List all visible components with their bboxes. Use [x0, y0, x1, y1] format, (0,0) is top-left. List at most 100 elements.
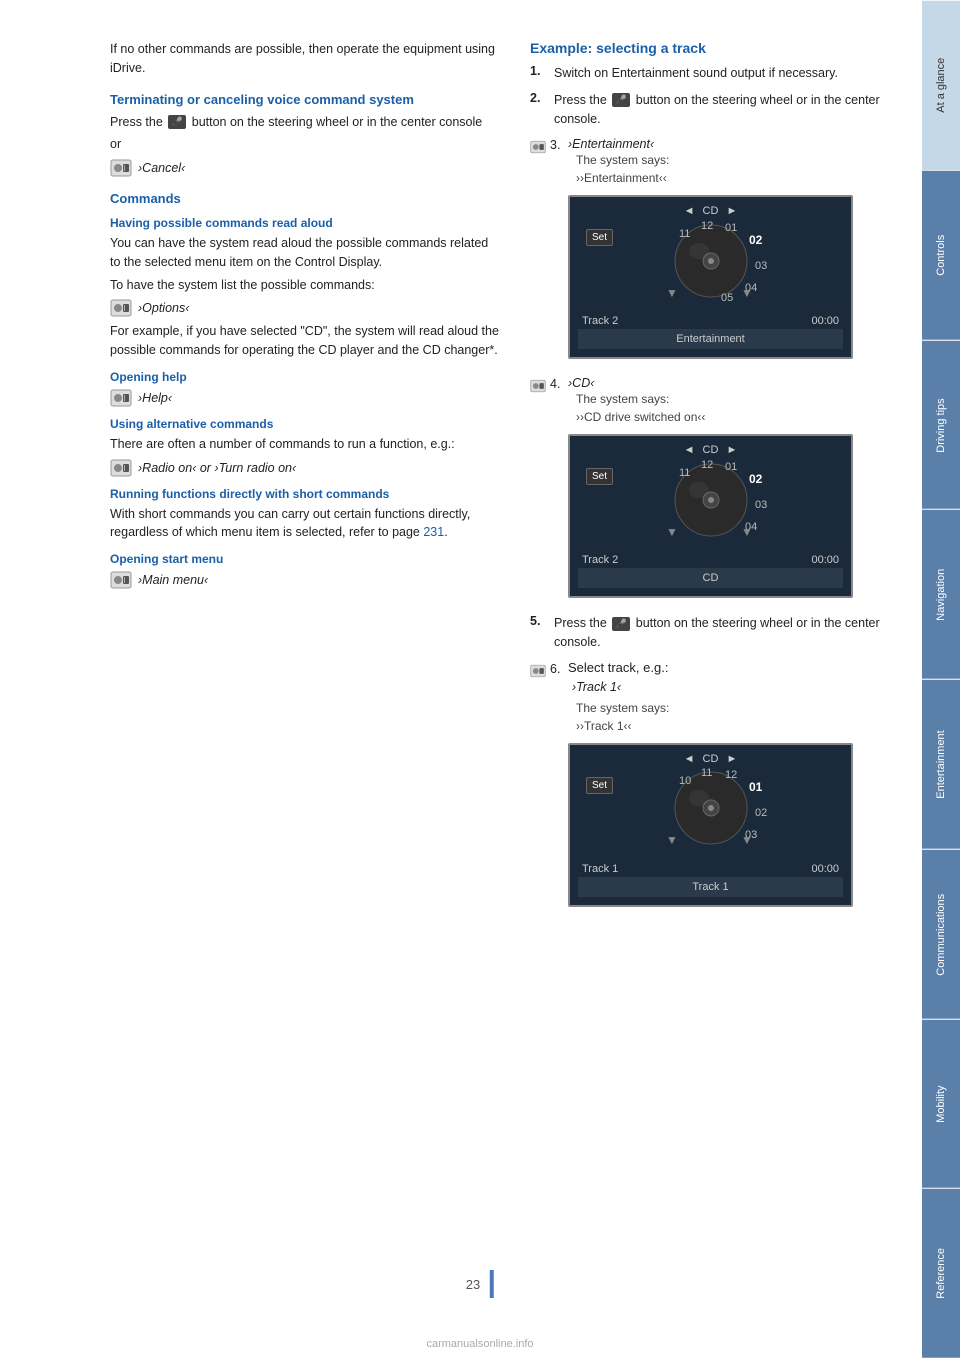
step-6-system-says: The system says: ››Track 1‹‹ [576, 699, 853, 735]
step-4-content: ›CD‹ The system says: ››CD drive switche… [568, 375, 853, 606]
step-2-text: Press the button on the steering wheel o… [554, 91, 920, 129]
page-number: 23 [466, 1277, 480, 1292]
sidebar-tab-reference[interactable]: Reference [922, 1188, 960, 1358]
step-3: 3. ›Entertainment‹ The system says: ››En… [530, 136, 920, 367]
main-menu-command-text: ›Main menu‹ [138, 573, 208, 587]
cd-bottom-bar-2: Track 2 00:00 [578, 554, 843, 566]
svg-text:11: 11 [679, 228, 690, 240]
cd-nav-right-1: ► [726, 205, 737, 217]
step-6: 6. Select track, e.g.: ›Track 1‹ The sys… [530, 660, 920, 915]
terminating-heading: Terminating or canceling voice command s… [110, 92, 500, 107]
cancel-command-line: ›Cancel‹ [110, 159, 500, 177]
svg-text:12: 12 [701, 220, 713, 232]
voice-icon-step6 [530, 662, 546, 680]
track1-command-line: ›Track 1‹ [572, 680, 853, 694]
sidebar-tab-driving-tips[interactable]: Driving tips [922, 340, 960, 510]
sidebar-tab-navigation[interactable]: Navigation [922, 509, 960, 679]
cd-track-2: Track 2 [582, 554, 618, 566]
intro-text: If no other commands are possible, then … [110, 40, 500, 78]
step-6-content: Select track, e.g.: ›Track 1‹ The system… [568, 660, 853, 915]
svg-text:▼: ▼ [666, 525, 678, 539]
svg-text:11: 11 [701, 767, 712, 779]
svg-text:01: 01 [725, 222, 737, 234]
watermark: carmanualsonline.info [426, 1338, 533, 1350]
cancel-command-text: ›Cancel‹ [138, 161, 185, 175]
cd-svg-3: 10 11 12 01 02 03 ▼ ▼ [581, 766, 841, 851]
step-2-number: 2. [530, 91, 550, 105]
cd-footer-3: Track 1 [578, 877, 843, 897]
radio-command-text: ›Radio on‹ or ›Turn radio on‹ [138, 461, 296, 475]
using-alternative-heading: Using alternative commands [110, 417, 500, 431]
svg-text:▼: ▼ [741, 833, 753, 847]
cd-bottom-bar-3: Track 1 00:00 [578, 863, 843, 875]
cd-track-1: Track 2 [582, 315, 618, 327]
cd-nav-right-2: ► [726, 444, 737, 456]
cd-label-1: CD [703, 205, 719, 217]
sidebar: At a glance Controls Driving tips Naviga… [922, 0, 960, 1358]
svg-text:▼: ▼ [741, 525, 753, 539]
svg-text:03: 03 [755, 499, 767, 511]
cd-svg-1: 11 12 01 02 03 04 05 ▼ ▼ [581, 219, 841, 304]
voice-icon-radio [110, 459, 132, 477]
step-4-voice-cmd: ›CD‹ [568, 376, 594, 390]
cd-nav-left-2: ◄ [684, 444, 695, 456]
svg-text:02: 02 [749, 472, 763, 486]
cd-top-bar-2: ◄ CD ► [578, 444, 843, 456]
svg-text:05: 05 [721, 292, 733, 304]
cd-display-2: ◄ CD ► Set [568, 434, 853, 598]
cd-time-3: 00:00 [811, 863, 839, 875]
step-3-number: 3. [550, 138, 568, 152]
svg-text:02: 02 [749, 233, 763, 247]
using-alternative-body1: There are often a number of commands to … [110, 435, 500, 454]
voice-icon [110, 159, 132, 177]
having-possible-heading: Having possible commands read aloud [110, 216, 500, 230]
opening-help-heading: Opening help [110, 370, 500, 384]
right-column: Example: selecting a track 1. Switch on … [530, 40, 920, 1318]
step-4-icon-area: 4. [530, 375, 568, 395]
sidebar-tab-communications[interactable]: Communications [922, 849, 960, 1019]
step-3-content: ›Entertainment‹ The system says: ››Enter… [568, 136, 853, 367]
step-5: 5. Press the button on the steering whee… [530, 614, 920, 652]
main-menu-command-line: ›Main menu‹ [110, 571, 500, 589]
sidebar-tab-mobility[interactable]: Mobility [922, 1019, 960, 1189]
sidebar-tab-entertainment[interactable]: Entertainment [922, 679, 960, 849]
help-command-line: ›Help‹ [110, 389, 500, 407]
cd-bottom-bar-1: Track 2 00:00 [578, 315, 843, 327]
having-possible-body1: You can have the system read aloud the p… [110, 234, 500, 272]
step-4-system-says: The system says: ››CD drive switched on‹… [576, 390, 853, 426]
example-heading: Example: selecting a track [530, 40, 920, 56]
svg-text:10: 10 [679, 775, 691, 787]
terminating-body: Press the button on the steering wheel o… [110, 113, 500, 132]
options-command-text: ›Options‹ [138, 301, 189, 315]
step-3-voice-cmd: ›Entertainment‹ [568, 137, 654, 151]
cd-nav-left-3: ◄ [684, 753, 695, 765]
cd-nav-left-1: ◄ [684, 205, 695, 217]
svg-text:▼: ▼ [666, 833, 678, 847]
sidebar-tab-at-a-glance[interactable]: At a glance [922, 0, 960, 170]
step-5-number: 5. [530, 614, 550, 628]
page-link[interactable]: 231 [423, 525, 444, 539]
having-possible-body3: For example, if you have selected "CD", … [110, 322, 500, 360]
cd-footer-2: CD [578, 568, 843, 588]
sidebar-tab-controls[interactable]: Controls [922, 170, 960, 340]
page-marker [490, 1270, 494, 1298]
cd-time-2: 00:00 [811, 554, 839, 566]
voice-icon-step4 [530, 377, 546, 395]
page-number-area: 23 [466, 1270, 494, 1298]
svg-text:▼: ▼ [666, 286, 678, 300]
cd-top-bar-3: ◄ CD ► [578, 753, 843, 765]
cd-display-1: ◄ CD ► Set [568, 195, 853, 359]
step-4: 4. ›CD‹ The system says: ››CD drive swit… [530, 375, 920, 606]
radio-command-line: ›Radio on‹ or ›Turn radio on‹ [110, 459, 500, 477]
cd-display-3: ◄ CD ► Set [568, 743, 853, 907]
step-3-system-says: The system says: ››Entertainment‹‹ [576, 151, 853, 187]
button-icon [168, 115, 186, 129]
or-text: or [110, 135, 500, 154]
cd-top-bar-1: ◄ CD ► [578, 205, 843, 217]
step-1: 1. Switch on Entertainment sound output … [530, 64, 920, 83]
track1-command-text: ›Track 1‹ [572, 680, 621, 694]
cd-time-1: 00:00 [811, 315, 839, 327]
voice-icon-help [110, 389, 132, 407]
running-functions-heading: Running functions directly with short co… [110, 487, 500, 501]
commands-heading: Commands [110, 191, 500, 206]
